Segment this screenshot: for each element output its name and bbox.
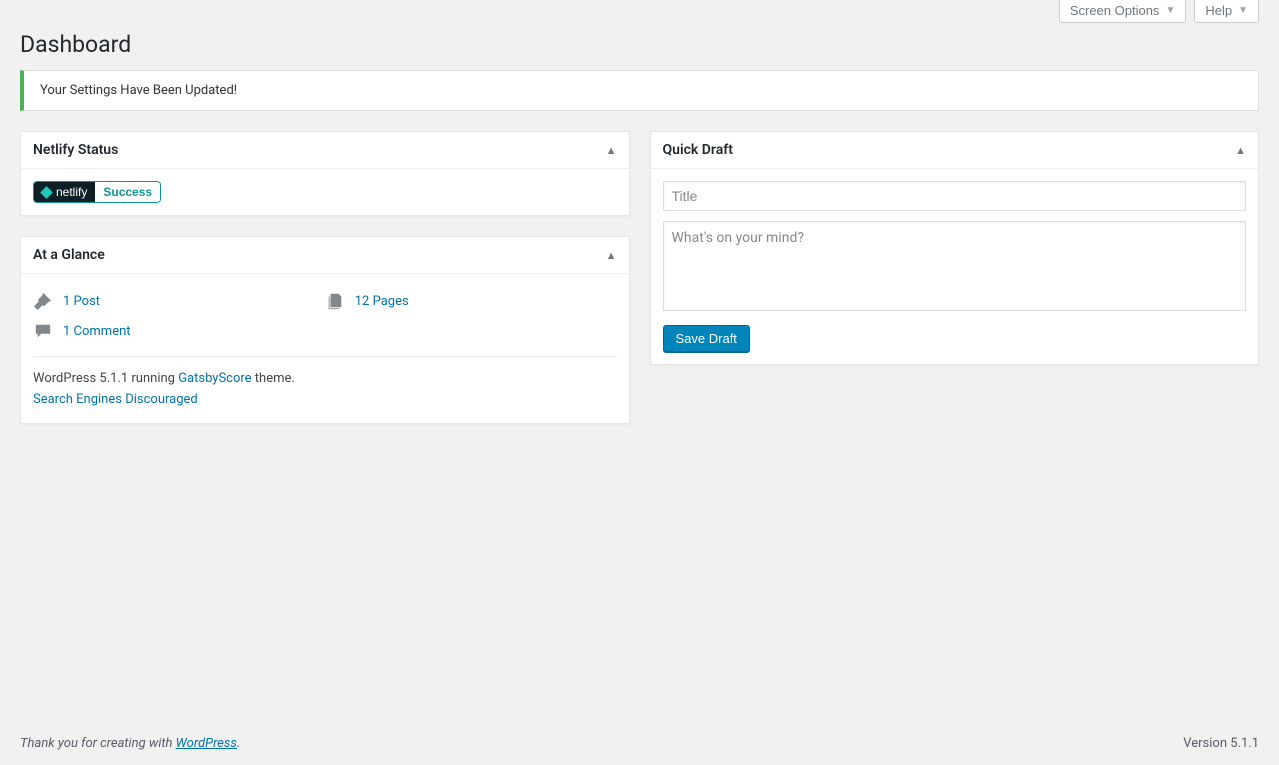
page-title: Dashboard: [20, 29, 1259, 70]
help-button[interactable]: Help ▼: [1194, 0, 1259, 23]
quick-draft-title: Quick Draft: [663, 142, 733, 158]
footer-thanks-suffix: .: [237, 736, 240, 751]
at-a-glance-box: At a Glance ▲ 1 Post: [20, 236, 630, 424]
notice-message: Your Settings Have Been Updated!: [40, 83, 237, 98]
glance-item-comments: 1 Comment: [33, 316, 325, 346]
draft-content-textarea[interactable]: [663, 221, 1247, 311]
pages-icon: [325, 292, 345, 310]
draft-title-input[interactable]: [663, 181, 1247, 211]
glance-meta: WordPress 5.1.1 running GatsbyScore them…: [33, 356, 617, 411]
footer-version: Version 5.1.1: [1183, 736, 1259, 751]
netlify-status-header[interactable]: Netlify Status ▲: [21, 132, 629, 169]
comment-icon: [33, 322, 53, 340]
comments-link[interactable]: 1 Comment: [63, 324, 131, 339]
wordpress-link[interactable]: WordPress: [176, 736, 237, 751]
seo-discouraged-link[interactable]: Search Engines Discouraged: [33, 392, 198, 407]
save-draft-button[interactable]: Save Draft: [663, 325, 750, 352]
quick-draft-box: Quick Draft ▲ Save Draft: [650, 131, 1260, 365]
chevron-down-icon: ▼: [1165, 5, 1175, 16]
netlify-status-value: Success: [95, 182, 160, 202]
pin-icon: [33, 292, 53, 310]
wp-version-text: WordPress 5.1.1 running: [33, 371, 178, 386]
netlify-badge: netlify Success: [33, 181, 161, 203]
glance-item-posts: 1 Post: [33, 286, 325, 316]
netlify-status-title: Netlify Status: [33, 142, 118, 158]
screen-options-label: Screen Options: [1070, 3, 1160, 18]
screen-options-button[interactable]: Screen Options ▼: [1059, 0, 1187, 23]
footer-thanks-prefix: Thank you for creating with: [20, 736, 176, 751]
at-a-glance-header[interactable]: At a Glance ▲: [21, 237, 629, 274]
netlify-status-box: Netlify Status ▲ netlify Success: [20, 131, 630, 216]
theme-link[interactable]: GatsbyScore: [178, 371, 251, 386]
collapse-toggle-icon[interactable]: ▲: [606, 144, 617, 157]
collapse-toggle-icon[interactable]: ▲: [1235, 144, 1246, 157]
netlify-logo-icon: [40, 186, 53, 199]
chevron-down-icon: ▼: [1238, 5, 1248, 16]
quick-draft-header[interactable]: Quick Draft ▲: [651, 132, 1259, 169]
wp-theme-suffix: theme.: [252, 371, 295, 386]
help-label: Help: [1205, 3, 1232, 18]
netlify-brand-label: netlify: [56, 185, 87, 199]
glance-item-pages: 12 Pages: [325, 286, 617, 316]
posts-link[interactable]: 1 Post: [63, 294, 100, 309]
notice-success: Your Settings Have Been Updated!: [20, 70, 1259, 111]
collapse-toggle-icon[interactable]: ▲: [606, 249, 617, 262]
footer: Thank you for creating with WordPress. V…: [0, 722, 1279, 765]
at-a-glance-title: At a Glance: [33, 247, 105, 263]
pages-link[interactable]: 12 Pages: [355, 294, 409, 309]
